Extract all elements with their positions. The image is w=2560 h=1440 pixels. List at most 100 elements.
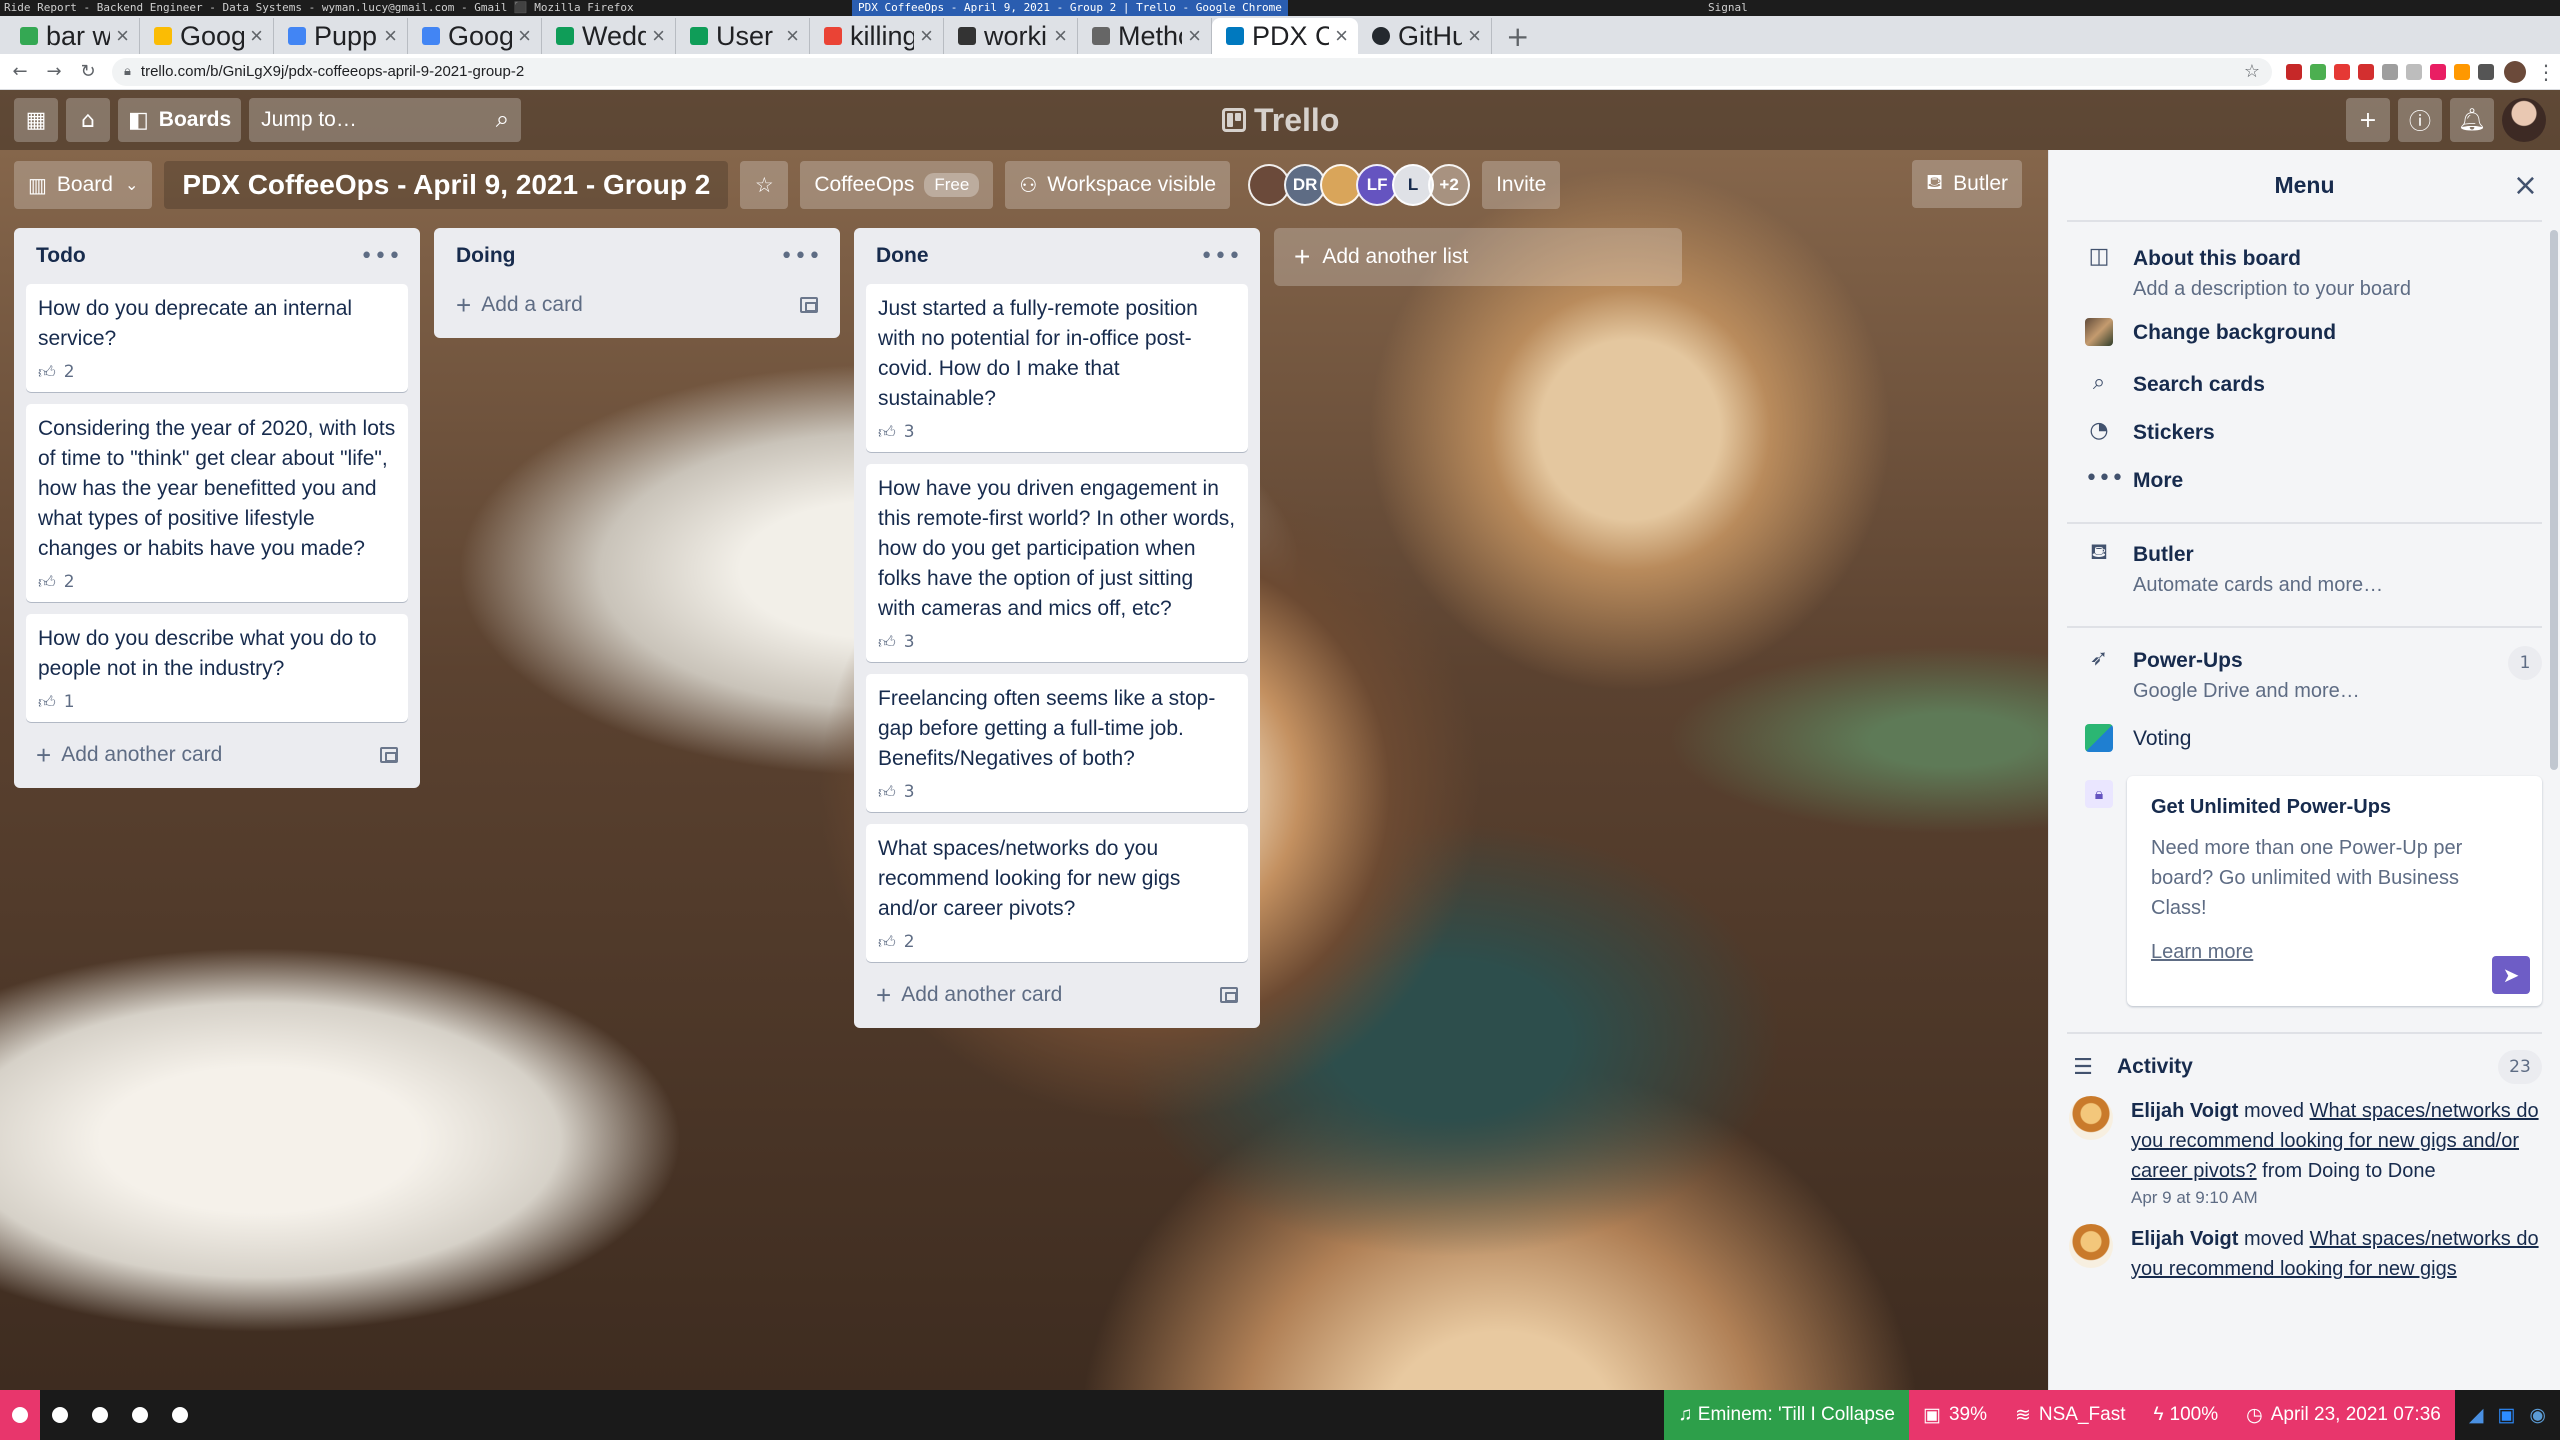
close-icon[interactable]: ×: [1335, 23, 1348, 49]
visibility-button[interactable]: ⚇ Workspace visible: [1005, 161, 1231, 209]
activity-timestamp[interactable]: Apr 9 at 9:10 AM: [2131, 1188, 2542, 1208]
browser-tab[interactable]: Puppet - Calen ×: [274, 18, 408, 54]
chrome-profile-avatar[interactable]: [2504, 60, 2526, 83]
board-view-switcher[interactable]: ▥ Board ⌄: [14, 161, 153, 209]
butler-button[interactable]: ⛾ Butler: [1912, 160, 2023, 208]
workspace-indicator[interactable]: [80, 1390, 120, 1440]
card-template-icon[interactable]: [800, 297, 818, 313]
list-header[interactable]: Todo •••: [26, 228, 408, 284]
browser-tab[interactable]: User questio ×: [676, 18, 810, 54]
menu-item-change-background[interactable]: Change background: [2049, 318, 2560, 352]
puzzle-icon[interactable]: [2478, 63, 2494, 80]
card[interactable]: How do you describe what you do to peopl…: [26, 614, 408, 722]
card[interactable]: How do you deprecate an internal service…: [26, 284, 408, 392]
activity-member-name[interactable]: Elijah Voigt: [2131, 1100, 2238, 1122]
menu-item-search-cards[interactable]: ⌕ Search cards: [2049, 370, 2560, 400]
apps-grid-button[interactable]: ▦: [14, 98, 58, 142]
list-title[interactable]: Doing: [456, 244, 515, 268]
card[interactable]: Just started a fully-remote position wit…: [866, 284, 1248, 452]
info-button[interactable]: ⓘ: [2398, 98, 2442, 142]
url-field[interactable]: 🔒︎ trello.com/b/GniLgX9j/pdx-coffeeops-a…: [112, 57, 2272, 86]
browser-tab[interactable]: working_HBE ×: [944, 18, 1078, 54]
notifications-button[interactable]: 🔔︎: [2450, 98, 2494, 142]
close-icon[interactable]: ×: [786, 23, 799, 49]
add-card-button[interactable]: + Add another card: [866, 974, 1248, 1016]
activity-member-name[interactable]: Elijah Voigt: [2131, 1228, 2238, 1250]
forward-icon[interactable]: →: [40, 61, 68, 82]
kebab-menu-icon[interactable]: ⋮: [2536, 60, 2556, 84]
list-title[interactable]: Todo: [36, 244, 86, 268]
close-icon[interactable]: ×: [652, 23, 665, 49]
workspace-indicator[interactable]: [160, 1390, 200, 1440]
add-card-button[interactable]: + Add another card: [26, 734, 408, 776]
menu-item-voting[interactable]: Voting: [2049, 724, 2560, 758]
close-icon[interactable]: ×: [116, 23, 129, 49]
more-members-button[interactable]: +2: [1428, 164, 1471, 206]
trello-logo[interactable]: Trello: [1222, 98, 1339, 142]
jump-to-search[interactable]: Jump to… ⌕: [249, 98, 522, 142]
browser-tab[interactable]: bar with outdo ×: [6, 18, 140, 54]
member-avatar[interactable]: [2069, 1096, 2113, 1140]
menu-item-about[interactable]: ◫ About this board Add a description to …: [2049, 244, 2560, 304]
search-icon[interactable]: ⌕: [496, 106, 509, 134]
more-horizontal-icon[interactable]: •••: [1200, 244, 1248, 269]
browser-tab[interactable]: killing himala ×: [810, 18, 944, 54]
chat-tray-icon[interactable]: ◉: [2529, 1404, 2546, 1427]
menu-scrollbar[interactable]: [2550, 230, 2558, 770]
add-list-button[interactable]: + Add another list: [1274, 228, 1682, 286]
extension-icon[interactable]: [2454, 63, 2470, 80]
workspace-indicator[interactable]: [120, 1390, 160, 1440]
extension-icon[interactable]: [2334, 63, 2350, 80]
extension-icon[interactable]: [2430, 63, 2446, 80]
browser-tab-active[interactable]: PDX CoffeeO ×: [1212, 18, 1358, 54]
star-board-button[interactable]: ☆: [740, 161, 789, 209]
new-tab-button[interactable]: +: [1492, 18, 1543, 54]
close-icon[interactable]: ×: [518, 23, 531, 49]
browser-tab[interactable]: Wedding - Goo ×: [542, 18, 676, 54]
card[interactable]: What spaces/networks do you recommend lo…: [866, 824, 1248, 962]
member-avatar[interactable]: [2069, 1224, 2113, 1268]
close-icon[interactable]: ×: [250, 23, 263, 49]
menu-item-butler[interactable]: ⛾ Butler Automate cards and more…: [2049, 540, 2560, 600]
close-icon[interactable]: ×: [1054, 23, 1067, 49]
browser-tab[interactable]: GitHub - lucy ×: [1358, 18, 1492, 54]
workspace-button[interactable]: CoffeeOps Free: [800, 161, 994, 209]
learn-more-link[interactable]: Learn more: [2151, 941, 2253, 964]
user-avatar[interactable]: [2502, 98, 2546, 142]
workspace-indicator[interactable]: [40, 1390, 80, 1440]
menu-item-more[interactable]: ••• More: [2049, 466, 2560, 496]
close-icon[interactable]: ×: [920, 23, 933, 49]
list-header[interactable]: Doing •••: [446, 228, 828, 284]
create-button[interactable]: +: [2346, 98, 2390, 142]
card[interactable]: Freelancing often seems like a stop-gap …: [866, 674, 1248, 812]
invite-button[interactable]: Invite: [1482, 161, 1561, 209]
extension-icon[interactable]: [2286, 63, 2302, 80]
close-icon[interactable]: ×: [384, 23, 397, 49]
card[interactable]: Considering the year of 2020, with lots …: [26, 404, 408, 602]
list-title[interactable]: Done: [876, 244, 929, 268]
card-template-icon[interactable]: [1220, 987, 1238, 1003]
home-button[interactable]: ⌂: [66, 98, 110, 142]
card[interactable]: How have you driven engagement in this r…: [866, 464, 1248, 662]
more-horizontal-icon[interactable]: •••: [780, 244, 828, 269]
browser-tab[interactable]: Google Keep ×: [140, 18, 274, 54]
card-template-icon[interactable]: [380, 747, 398, 763]
url-text[interactable]: trello.com/b/GniLgX9j/pdx-coffeeops-apri…: [141, 63, 524, 80]
close-icon[interactable]: ×: [1188, 23, 1201, 49]
browser-tab[interactable]: Google Calen ×: [408, 18, 542, 54]
signal-tray-icon[interactable]: ◢: [2469, 1404, 2484, 1427]
extension-icon[interactable]: [2358, 63, 2374, 80]
lock-icon[interactable]: 🔒︎: [124, 64, 131, 79]
list-header[interactable]: Done •••: [866, 228, 1248, 284]
music-status[interactable]: ♫ Eminem: 'Till I Collapse: [1664, 1390, 1909, 1440]
reload-icon[interactable]: ↻: [74, 61, 102, 82]
close-icon[interactable]: ×: [1468, 23, 1481, 49]
close-icon[interactable]: ×: [2513, 168, 2538, 203]
extension-icon[interactable]: [2310, 63, 2326, 80]
menu-item-powerups[interactable]: ➶ Power-Ups Google Drive and more… 1: [2049, 646, 2560, 706]
zoom-tray-icon[interactable]: ▣: [2497, 1404, 2515, 1427]
extension-icon[interactable]: [2382, 63, 2398, 80]
menu-item-activity[interactable]: ☰ Activity 23: [2049, 1050, 2560, 1084]
more-horizontal-icon[interactable]: •••: [360, 244, 408, 269]
add-card-button[interactable]: + Add a card: [446, 284, 828, 326]
